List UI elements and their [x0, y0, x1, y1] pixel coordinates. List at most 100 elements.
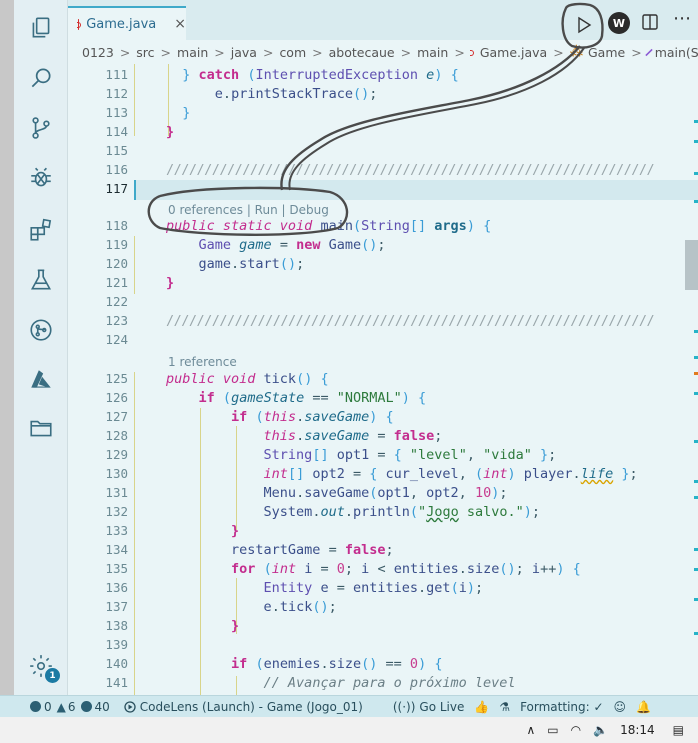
error-icon	[30, 701, 41, 712]
folder-icon[interactable]	[14, 408, 68, 448]
breadcrumb-item[interactable]: main	[417, 45, 448, 60]
line-number: 129	[105, 447, 128, 462]
launch-config[interactable]: CodeLens (Launch) - Game (Jogo_01)	[124, 700, 363, 714]
line-number: 111	[105, 67, 128, 82]
settings-gear-icon[interactable]: 1	[14, 646, 68, 686]
code-line-separator-comment: ////////////////////////////////////////…	[166, 313, 655, 329]
current-line-highlight	[134, 180, 698, 200]
code-line: e.tick();	[263, 599, 337, 615]
breadcrumb-separator: >	[262, 44, 274, 60]
code-line: restartGame = false;	[231, 542, 394, 558]
battery-icon[interactable]: ▭	[547, 723, 558, 737]
code-line: game.start();	[198, 256, 305, 272]
source-control-icon[interactable]	[14, 108, 68, 148]
play-icon	[578, 16, 592, 34]
minimap-marker	[694, 372, 698, 375]
tab-label: Game.java	[86, 16, 157, 32]
line-number: 132	[105, 504, 128, 519]
azure-icon[interactable]	[14, 360, 68, 400]
go-live-button[interactable]: ((·)) Go Live	[393, 700, 465, 714]
run-button[interactable]	[566, 6, 602, 44]
launch-icon	[124, 700, 136, 713]
notifications-bell-icon[interactable]: 🔔	[636, 700, 651, 714]
line-number: 114	[105, 124, 128, 139]
code-line: Menu.saveGame(opt1, opt2, 10);	[263, 485, 508, 501]
breadcrumb-separator: >	[553, 44, 564, 60]
line-number: 126	[105, 390, 128, 405]
breadcrumb-item[interactable]: main	[177, 45, 208, 60]
extensions-icon[interactable]	[14, 210, 68, 250]
line-number: 140	[105, 656, 128, 671]
explorer-icon[interactable]	[14, 8, 68, 48]
close-icon[interactable]: ×	[174, 16, 186, 32]
code-lens-main[interactable]: 0 references | Run | Debug	[168, 203, 329, 217]
code-line: e.printStackTrace();	[214, 86, 378, 102]
chevron-up-icon[interactable]: ∧	[526, 723, 535, 737]
code-lens-tick[interactable]: 1 reference	[168, 355, 237, 369]
indent-guide	[134, 64, 135, 136]
tab-game-java[interactable]: Game.java ×	[68, 6, 186, 40]
formatting-status[interactable]: Formatting: ✓	[520, 700, 603, 714]
line-number-current: 117	[105, 181, 128, 196]
breadcrumb-separator: >	[160, 44, 172, 60]
line-number: 115	[105, 143, 128, 158]
class-icon: ⁂	[569, 44, 583, 60]
code-line: // Avançar para o próximo level	[263, 675, 516, 691]
breadcrumb-item[interactable]: java	[231, 45, 257, 60]
breadcrumb-item[interactable]: src	[136, 45, 154, 60]
status-bar: 0 ▲ 6 40 CodeLens (Launch) - Game (Jogo_0…	[0, 695, 698, 717]
info-count: 40	[94, 699, 110, 714]
clock[interactable]: 18:14	[620, 723, 655, 737]
split-editor-icon	[642, 14, 658, 30]
breadcrumb-separator: >	[400, 44, 412, 60]
code-line: }	[166, 275, 175, 291]
minimap-marker	[694, 392, 698, 395]
line-number: 122	[105, 294, 128, 309]
breadcrumb-separator: >	[454, 44, 465, 60]
like-icon[interactable]: 👍	[474, 700, 489, 714]
code-line: }	[231, 523, 240, 539]
debug-icon[interactable]	[14, 158, 68, 198]
breadcrumb-item[interactable]: main(String[])	[655, 45, 698, 60]
breadcrumb-item[interactable]: Game	[588, 45, 625, 60]
minimap-marker	[694, 140, 698, 143]
more-actions-button[interactable]: ⋯	[673, 8, 691, 29]
split-editor-button[interactable]	[641, 13, 661, 33]
settings-badge: 1	[45, 668, 60, 683]
system-taskbar: ∧ ▭ ◠ 🔈 18:14 ▤	[0, 717, 698, 743]
feedback-smiley-icon[interactable]: ☺	[614, 700, 627, 714]
breadcrumb-item[interactable]: com	[279, 45, 306, 60]
remote-icon[interactable]	[14, 310, 68, 350]
code-line: int[] opt2 = { cur_level, (int) player.l…	[263, 466, 638, 482]
flask-icon[interactable]: ⚗	[499, 700, 510, 714]
breadcrumb-item[interactable]: 0123	[82, 45, 114, 60]
breadcrumb-separator: >	[631, 44, 642, 60]
breadcrumb-item[interactable]: abotecaue	[329, 45, 395, 60]
vertical-scrollbar[interactable]	[685, 240, 698, 290]
line-number: 125	[105, 371, 128, 386]
action-center-icon[interactable]: ▤	[673, 723, 684, 737]
line-number: 139	[105, 637, 128, 652]
search-icon[interactable]	[14, 58, 68, 98]
line-number: 130	[105, 466, 128, 481]
volume-icon[interactable]: 🔈	[593, 723, 608, 737]
breadcrumb-item[interactable]: Game.java	[480, 45, 547, 60]
code-editor[interactable]: 111 112 113 114 115 116 117 118 119 120 …	[68, 64, 698, 695]
testing-flask-icon[interactable]	[14, 260, 68, 300]
method-icon	[645, 48, 653, 56]
wallaby-button[interactable]: W	[608, 12, 630, 34]
line-number: 135	[105, 561, 128, 576]
broadcast-icon: ((·))	[392, 699, 416, 714]
minimap-marker	[694, 598, 698, 601]
minimap-marker	[694, 330, 698, 333]
problems-indicator[interactable]: 0 ▲ 6 40	[30, 700, 110, 714]
minimap-marker	[694, 356, 698, 359]
line-number: 123	[105, 313, 128, 328]
line-number: 133	[105, 523, 128, 538]
minimap-marker	[694, 200, 698, 203]
line-number: 116	[105, 162, 128, 177]
line-number: 124	[105, 332, 128, 347]
wifi-icon[interactable]: ◠	[571, 723, 581, 737]
code-line: public static void main(String[] args) {	[166, 218, 492, 234]
minimap-marker	[694, 632, 698, 635]
